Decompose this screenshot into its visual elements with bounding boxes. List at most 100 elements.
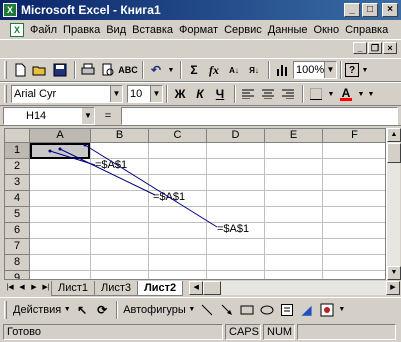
undo-dropdown-icon[interactable]: ▼ — [167, 61, 175, 79]
menu-edit[interactable]: Правка — [60, 24, 103, 36]
workbook-restore-button[interactable]: ❐ — [368, 42, 382, 54]
toolbar-options-icon[interactable]: ▼ — [361, 61, 369, 79]
formula-bar: H14 ▼ = — [0, 106, 401, 126]
first-sheet-icon[interactable]: |◀ — [4, 281, 16, 295]
vertical-scrollbar[interactable]: ▲ ▼ — [386, 128, 401, 280]
menu-data[interactable]: Данные — [265, 24, 311, 36]
chart-wizard-icon[interactable] — [273, 61, 291, 79]
underline-button[interactable]: Ч — [211, 85, 229, 103]
free-rotate-icon[interactable]: ⟳ — [93, 301, 111, 319]
prev-sheet-icon[interactable]: ◀ — [16, 281, 28, 295]
name-box[interactable]: H14 ▼ — [3, 106, 95, 125]
chevron-down-icon[interactable]: ▼ — [150, 86, 162, 102]
align-right-icon[interactable] — [279, 85, 297, 103]
arrow-icon[interactable] — [218, 301, 236, 319]
font-select[interactable]: Arial Cyr ▼ — [11, 85, 123, 103]
maximize-button[interactable]: □ — [362, 3, 378, 17]
horizontal-scroll-thumb[interactable] — [203, 281, 222, 295]
select-objects-icon[interactable]: ↖ — [73, 301, 91, 319]
chevron-down-icon[interactable]: ▼ — [188, 301, 196, 319]
close-button[interactable]: × — [382, 3, 398, 17]
borders-icon[interactable] — [307, 85, 325, 103]
zoom-select[interactable]: 100% ▼ — [293, 61, 337, 79]
draw-actions-menu[interactable]: Действия — [11, 304, 63, 316]
font-color-dropdown-icon[interactable]: ▼ — [357, 85, 365, 103]
print-icon[interactable] — [79, 61, 97, 79]
menu-insert[interactable]: Вставка — [129, 24, 176, 36]
drawing-toolbar: Действия ▼ ↖ ⟳ Автофигуры ▼ ◢ ▼ — [0, 297, 401, 321]
print-preview-icon[interactable] — [99, 61, 117, 79]
scroll-right-icon[interactable]: ▶ — [386, 281, 400, 295]
name-box-value: H14 — [26, 109, 47, 122]
autosum-icon[interactable]: Σ — [185, 61, 203, 79]
worksheet-grid[interactable]: A B C D E F 1 2 3 4 5 6 7 8 9 =$A$1 =$A$… — [4, 128, 386, 280]
chevron-down-icon[interactable]: ▼ — [82, 107, 94, 124]
toolbar-separator — [166, 85, 168, 103]
toolbar-grip[interactable] — [4, 61, 7, 79]
vertical-scroll-thumb[interactable] — [387, 143, 401, 163]
align-center-icon[interactable] — [259, 85, 277, 103]
workbook-close-button[interactable]: × — [383, 42, 397, 54]
undo-icon[interactable]: ↶ — [147, 61, 165, 79]
toolbar-grip[interactable] — [4, 85, 7, 103]
new-icon[interactable] — [11, 61, 29, 79]
minimize-button[interactable]: _ — [344, 3, 360, 17]
workbook-minimize-button[interactable]: _ — [353, 42, 367, 54]
align-left-icon[interactable] — [239, 85, 257, 103]
clipart-icon[interactable] — [318, 301, 336, 319]
font-size-value: 10 — [130, 88, 143, 100]
menu-window[interactable]: Окно — [311, 24, 343, 36]
open-icon[interactable] — [31, 61, 49, 79]
trace-dot — [48, 149, 52, 153]
edit-formula-button[interactable]: = — [99, 110, 117, 122]
menu-view[interactable]: Вид — [103, 24, 129, 36]
save-icon[interactable] — [51, 61, 69, 79]
menu-format[interactable]: Формат — [176, 24, 221, 36]
font-color-icon[interactable]: A — [337, 85, 355, 103]
scroll-up-icon[interactable]: ▲ — [387, 128, 401, 142]
scroll-left-icon[interactable]: ◀ — [189, 281, 204, 295]
rectangle-icon[interactable] — [238, 301, 256, 319]
chevron-down-icon[interactable]: ▼ — [63, 301, 71, 319]
toolbar-options-icon[interactable]: ▼ — [367, 85, 375, 103]
scroll-down-icon[interactable]: ▼ — [387, 266, 401, 280]
menu-tools[interactable]: Сервис — [221, 24, 265, 36]
chevron-down-icon[interactable]: ▼ — [110, 86, 122, 102]
menu-help[interactable]: Справка — [342, 24, 391, 36]
spelling-icon[interactable]: ABC — [118, 61, 138, 79]
menu-file[interactable]: Файл — [27, 24, 60, 36]
sort-ascending-icon[interactable]: A↓ — [225, 61, 243, 79]
oval-icon[interactable] — [258, 301, 276, 319]
textbox-icon[interactable] — [278, 301, 296, 319]
function-icon[interactable]: fx — [205, 61, 223, 79]
sheet-tab-2[interactable]: Лист2 — [137, 280, 184, 296]
toolbar-grip[interactable] — [4, 300, 7, 319]
sort-descending-icon[interactable]: Я↓ — [245, 61, 263, 79]
wordart-icon[interactable]: ◢ — [298, 301, 316, 319]
title-bar: X Microsoft Excel - Книга1 _ □ × — [0, 0, 401, 20]
chevron-down-icon[interactable]: ▼ — [324, 62, 336, 78]
status-bar: Готово CAPS NUM — [0, 322, 401, 342]
autoshapes-menu[interactable]: Автофигуры — [121, 304, 188, 316]
status-caps: CAPS — [225, 324, 261, 340]
font-color-label: A — [341, 85, 351, 100]
italic-button[interactable]: К — [191, 85, 209, 103]
next-sheet-icon[interactable]: ▶ — [28, 281, 40, 295]
trace-arrow — [84, 144, 218, 228]
bold-button[interactable]: Ж — [171, 85, 189, 103]
toolbar-separator — [268, 61, 270, 79]
formula-input[interactable] — [121, 106, 398, 125]
font-size-select[interactable]: 10 ▼ — [127, 85, 163, 103]
sheet-tab-1[interactable]: Лист1 — [51, 280, 96, 296]
status-num: NUM — [263, 324, 295, 340]
excel-icon[interactable]: X — [3, 3, 17, 17]
line-icon[interactable] — [198, 301, 216, 319]
horizontal-scrollbar[interactable]: ◀ ▶ — [189, 281, 400, 295]
toolbar-separator — [234, 85, 236, 103]
sheet-tab-3[interactable]: Лист3 — [94, 280, 139, 296]
toolbar-options-icon[interactable]: ▼ — [338, 301, 346, 319]
workbook-icon[interactable]: X — [10, 22, 24, 37]
borders-dropdown-icon[interactable]: ▼ — [327, 85, 335, 103]
help-icon[interactable]: ? — [345, 63, 359, 77]
zoom-value: 100% — [296, 64, 325, 76]
